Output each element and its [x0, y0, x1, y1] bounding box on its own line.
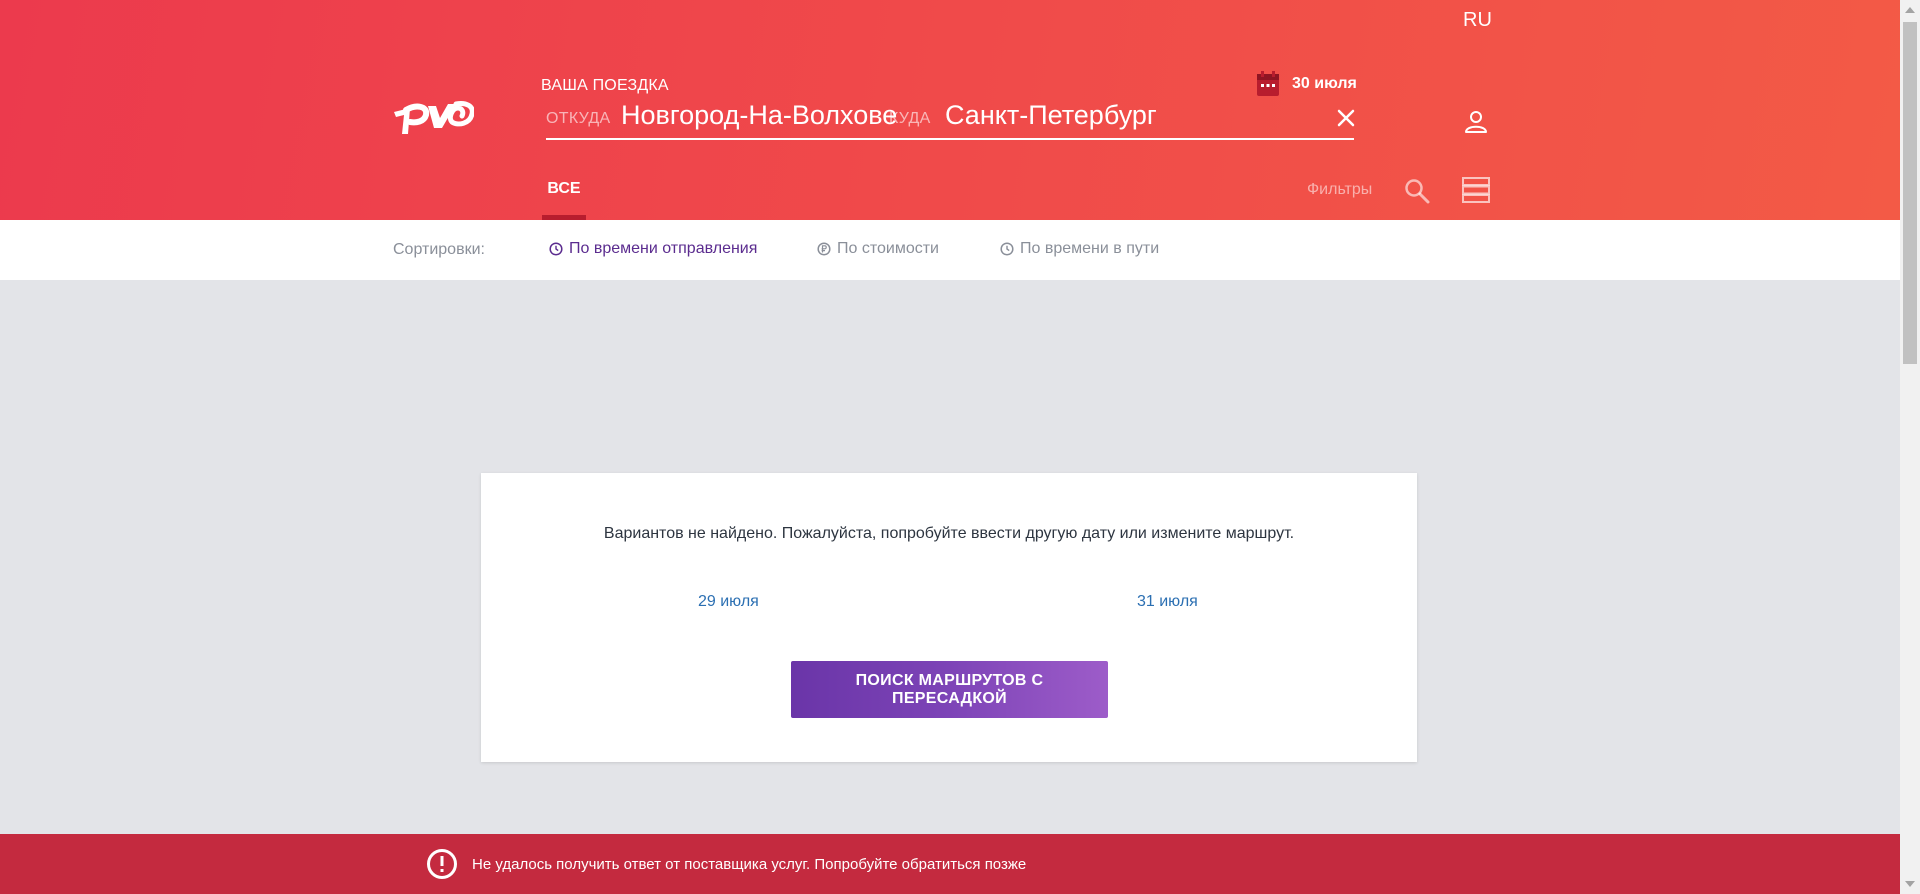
- clock-icon: [1000, 242, 1014, 256]
- transfer-search-button[interactable]: ПОИСК МАРШРУТОВ С ПЕРЕСАДКОЙ: [791, 661, 1108, 718]
- tab-all[interactable]: ВСЕ: [542, 180, 586, 198]
- rzd-logo[interactable]: [392, 96, 474, 138]
- trip-label: ВАША ПОЕЗДКА: [541, 77, 669, 94]
- search-icon[interactable]: [1403, 177, 1431, 205]
- ruble-icon: [817, 242, 831, 256]
- to-field[interactable]: Санкт-Петербург: [945, 100, 1157, 131]
- sort-by-price[interactable]: По стоимости: [817, 240, 939, 258]
- close-icon[interactable]: [1332, 104, 1360, 132]
- sort-by-duration[interactable]: По времени в пути: [1000, 240, 1159, 258]
- scroll-thumb[interactable]: [1903, 22, 1917, 364]
- sort-bar: Сортировки: По времени отправления По ст…: [0, 220, 1900, 280]
- no-results-card: Вариантов не найдено. Пожалуйста, попроб…: [481, 473, 1417, 762]
- error-bar: Не удалось получить ответ от поставщика …: [0, 834, 1900, 894]
- user-icon[interactable]: [1461, 107, 1491, 137]
- no-results-message: Вариантов не найдено. Пожалуйста, попроб…: [603, 525, 1295, 542]
- from-label: ОТКУДА: [546, 110, 611, 127]
- language-switch[interactable]: RU: [1463, 9, 1492, 32]
- list-view-icon[interactable]: [1461, 175, 1491, 205]
- sort-option-label: По стоимости: [837, 240, 939, 257]
- sort-label: Сортировки:: [393, 241, 485, 258]
- header: RU ВАША ПОЕЗДКА 30 июля ОТКУДА Новгород-…: [0, 0, 1900, 220]
- prev-date-link[interactable]: 29 июля: [698, 593, 759, 611]
- scrollbar[interactable]: [1900, 0, 1920, 894]
- clock-icon: [549, 242, 563, 256]
- date-picker[interactable]: 30 июля: [1256, 71, 1357, 97]
- scroll-down-arrow[interactable]: [1905, 881, 1915, 887]
- sort-option-label: По времени отправления: [569, 240, 758, 257]
- scroll-up-arrow[interactable]: [1905, 7, 1915, 13]
- sort-by-departure[interactable]: По времени отправления: [549, 240, 757, 258]
- route-input[interactable]: ОТКУДА Новгород-На-Волхове КУДА Санкт-Пе…: [546, 100, 1354, 140]
- calendar-icon: [1257, 71, 1279, 96]
- filters-button[interactable]: Фильтры: [1307, 181, 1372, 199]
- sort-option-label: По времени в пути: [1020, 240, 1160, 257]
- date-value: 30 июля: [1292, 75, 1357, 92]
- next-date-link[interactable]: 31 июля: [1137, 593, 1198, 611]
- alert-icon: [427, 849, 457, 879]
- to-label: КУДА: [889, 110, 931, 127]
- from-field[interactable]: Новгород-На-Волхове: [621, 100, 897, 131]
- error-message: Не удалось получить ответ от поставщика …: [472, 856, 1027, 873]
